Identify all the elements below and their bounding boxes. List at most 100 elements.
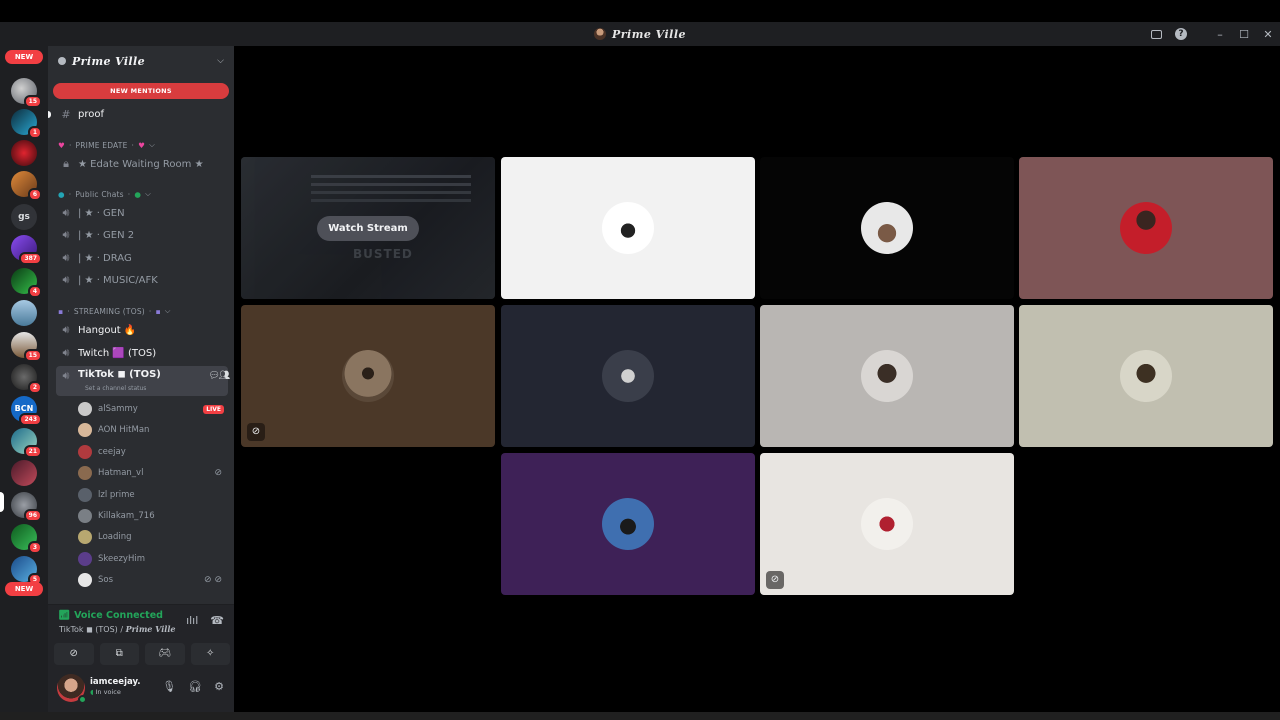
headphones-icon[interactable]: 🎧︎ [188,680,202,693]
voice-user[interactable]: Killakam_716 [78,506,224,526]
category-public-chats[interactable]: ● · Public Chats · ● ⌵ [58,187,151,201]
server-icon-12[interactable]: 21 [11,428,42,458]
category-prime-edate[interactable]: ♥ · PRIME EDATE · ♥ ⌵ [58,138,155,152]
microphone-icon[interactable]: 🎙︎ [162,680,176,693]
user-panel: iamceejay. ◖ In voice 🎙︎ 🎧︎ ⚙ [48,666,234,712]
channel-proof[interactable]: # proof [56,104,228,124]
speaker-icon: 🔊︎ [62,251,70,264]
channel-gen[interactable]: 🔊︎ | ★ · GEN [56,203,228,223]
server-icon-9[interactable]: 15 [11,332,42,362]
server-icon-3[interactable] [11,140,37,166]
noise-suppression-icon[interactable]: ılıl [186,614,198,627]
category-streaming[interactable]: ▪ · STREAMING (TOS) · ▪ ⌵ [58,304,171,318]
server-icon-10[interactable]: 2 [11,364,42,394]
channel-edate-waiting-room[interactable]: 🔒︎ ★ Edate Waiting Room ★ [56,154,228,174]
voice-user[interactable]: ceejay [78,442,224,462]
server-icon-2[interactable]: 1 [11,109,42,139]
avatar [78,402,92,416]
voice-channel-link[interactable]: TikTok ◼ (TOS) / Prime Ville [59,624,175,634]
channel-gen-2[interactable]: 🔊︎ | ★ · GEN 2 [56,225,228,245]
voice-panel: 📶︎ Voice Connected TikTok ◼ (TOS) / Prime… [48,604,234,666]
new-pill-top[interactable]: NEW [5,50,43,64]
server-icon-1[interactable]: 15 [11,78,42,108]
server-avatar-icon [593,28,606,40]
new-pill-bottom[interactable]: NEW [5,582,43,596]
server-icon-bcn[interactable]: BCN 243 [11,396,42,426]
username[interactable]: iamceejay. [90,677,140,687]
tile-mickey[interactable] [501,157,755,299]
avatar [78,488,92,502]
tile-man-portrait[interactable] [760,305,1014,447]
unread-indicator [48,111,51,118]
channel-twitch[interactable]: 🔊︎ Twitch 🟪 (TOS) [56,343,228,363]
help-icon[interactable]: ? [1175,28,1187,40]
tile-car-selfie[interactable] [1019,305,1273,447]
channel-status[interactable]: Set a channel status [85,385,146,392]
soundboard-button[interactable]: ✧ [190,643,230,665]
server-rail: NEW 15 1 6 gs 387 4 15 2 BCN 243 21 96 3 … [0,46,48,712]
voice-user[interactable]: Sos ⊘ ⊘ [78,570,224,590]
chevron-down-icon[interactable]: ⌵ [217,56,224,66]
camera-off-icon: ⊘ [214,468,222,478]
server-icon-15[interactable]: 3 [11,524,42,554]
disconnect-icon[interactable]: ☎ [210,614,224,627]
server-icon-13[interactable] [11,460,37,486]
globe-icon: ● [58,189,65,199]
tile-white-hat[interactable] [760,157,1014,299]
speaker-icon: 🔊︎ [62,346,70,359]
settings-gear-icon[interactable]: ⚙ [214,680,224,693]
streaming-icon: ▪ [58,306,64,316]
channel-drag[interactable]: 🔊︎ | ★ · DRAG [56,248,228,268]
avatar [342,350,394,402]
channel-tiktok[interactable]: 🔊︎ TikTok ◼ (TOS) Set a channel status 💬… [56,366,230,396]
tile-dark-user[interactable] [501,305,755,447]
voice-user[interactable]: Hatman_vl ⊘ [78,463,224,483]
server-icon-6[interactable]: 387 [11,235,42,265]
minimize-button[interactable]: – [1208,28,1232,41]
watch-stream-button[interactable]: Watch Stream [317,215,419,241]
channel-label: Twitch 🟪 (TOS) [78,347,157,359]
avatar [78,423,92,437]
selected-server-indicator [0,492,4,512]
tile-raccoon[interactable]: ⊘ [241,305,495,447]
server-icon-16[interactable]: 5 [11,556,42,586]
voice-user[interactable]: AON HitMan [78,420,224,440]
tile-red-jacket[interactable] [1019,157,1273,299]
voice-user[interactable]: Loading [78,527,224,547]
voice-user[interactable]: lzl prime [78,485,224,505]
channel-hangout[interactable]: 🔊︎ Hangout 🔥 [56,320,228,340]
tile-basketball[interactable]: ⊘ [760,453,1014,595]
avatar [1120,350,1172,402]
server-icon-4[interactable]: 6 [11,171,42,201]
avatar [1120,202,1172,254]
camera-off-icon: ⊘ [247,423,265,441]
server-icon-gs[interactable]: gs [11,204,37,230]
channel-label: proof [78,108,104,120]
speaker-icon: 🔊︎ [62,273,70,286]
screen-share-button[interactable]: ⧉ [99,643,139,665]
avatar [861,350,913,402]
close-button[interactable]: ✕ [1256,28,1280,41]
tile-stream[interactable]: BUSTED Watch Stream [241,157,495,299]
server-icon-14[interactable]: 96 [11,492,42,522]
channel-music-afk[interactable]: 🔊︎ | ★ · MUSIC/AFK [56,270,228,290]
server-icon-8[interactable] [11,300,37,326]
avatar [861,498,913,550]
invite-icon[interactable]: 👥︎ [219,371,230,381]
voice-connected-status[interactable]: 📶︎ Voice Connected [58,610,163,621]
voice-user[interactable]: alSammy LIVE [78,399,224,419]
server-icon-7[interactable]: 4 [11,268,42,298]
activities-button[interactable]: 🎮︎ [145,643,185,665]
voice-user[interactable]: SkeezyHim [78,549,224,569]
camera-toggle-button[interactable]: ⊘ [54,643,94,665]
new-mentions-banner[interactable]: NEW MENTIONS [53,83,229,99]
inbox-icon[interactable] [1151,29,1162,39]
chevron-down-icon: ⌵ [145,189,151,198]
tile-purple-user[interactable] [501,453,755,595]
speaker-icon: 🔊︎ [62,369,70,382]
live-badge: LIVE [203,404,224,414]
guild-header[interactable]: Prime Ville ⌵ [48,46,234,76]
maximize-button[interactable]: ☐ [1232,28,1256,41]
speaker-icon: 🔊︎ [62,323,70,336]
lock-icon: 🔒︎ [63,157,69,170]
